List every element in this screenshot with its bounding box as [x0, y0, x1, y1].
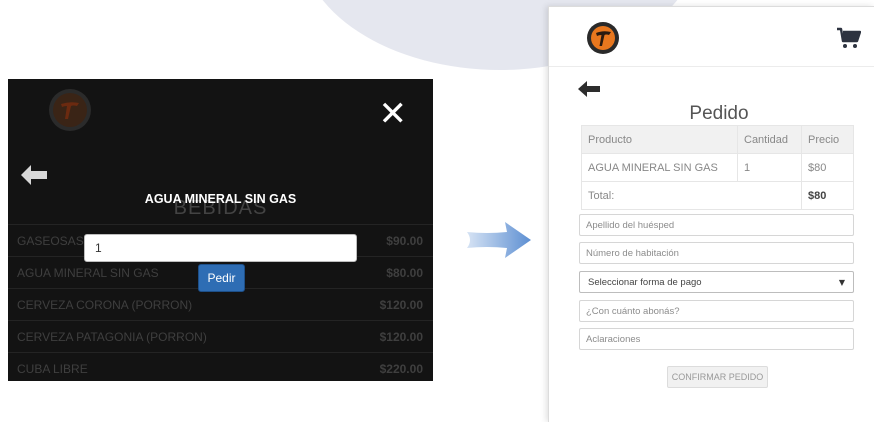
order-table: Producto Cantidad Precio AGUA MINERAL SI…	[581, 125, 854, 210]
logo-icon	[586, 21, 620, 55]
menu-item-name: CUBA LIBRE	[17, 361, 88, 376]
right-arrow-icon	[465, 218, 533, 262]
menu-item[interactable]: CERVEZA CORONA (PORRON) $120.00	[8, 288, 433, 320]
order-button[interactable]: Pedir	[198, 264, 245, 292]
notes-input[interactable]	[579, 328, 854, 350]
menu-item-name: CERVEZA CORONA (PORRON)	[17, 297, 193, 312]
menu-item-price: $90.00	[386, 233, 423, 248]
cell-price: $80	[801, 153, 854, 182]
payment-method-value: Seleccionar forma de pago	[588, 276, 702, 288]
chevron-down-icon: ▼	[838, 277, 845, 287]
page-title: Pedido	[689, 103, 749, 124]
table-row: AGUA MINERAL SIN GAS 1 $80	[581, 153, 854, 182]
cell-product: AGUA MINERAL SIN GAS	[581, 153, 738, 182]
menu-item[interactable]: CERVEZA PATAGONIA (PORRON) $120.00	[8, 320, 433, 352]
close-icon[interactable]: ✕	[379, 97, 408, 131]
back-arrow-icon	[21, 165, 47, 185]
back-arrow-icon[interactable]	[578, 81, 600, 97]
quantity-input[interactable]	[84, 234, 357, 262]
header-quantity: Cantidad	[737, 125, 802, 154]
right-phone-screen: Pedido Producto Cantidad Precio AGUA MIN…	[548, 6, 874, 422]
menu-item[interactable]: CUBA LIBRE $220.00	[8, 352, 433, 381]
total-row: Total: $80	[581, 181, 854, 210]
menu-item-price: $80.00	[386, 265, 423, 280]
menu-item-price: $220.00	[379, 361, 423, 376]
total-label: Total:	[581, 181, 802, 210]
pay-amount-input[interactable]	[579, 300, 854, 322]
menu-item-name: GASEOSAS	[17, 233, 84, 248]
header-price: Precio	[801, 125, 854, 154]
cart-icon[interactable]	[837, 27, 861, 49]
room-number-input[interactable]	[579, 242, 854, 264]
menu-item-name: AGUA MINERAL SIN GAS	[17, 265, 159, 280]
menu-item-price: $120.00	[379, 297, 423, 312]
menu-item-name: CERVEZA PATAGONIA (PORRON)	[17, 329, 207, 344]
logo-icon	[49, 89, 91, 131]
menu-item-price: $120.00	[379, 329, 423, 344]
confirm-order-button[interactable]: CONFIRMAR PEDIDO	[667, 366, 768, 388]
payment-method-select[interactable]: Seleccionar forma de pago ▼	[579, 271, 854, 293]
table-header-row: Producto Cantidad Precio	[581, 125, 854, 154]
left-phone-screen: ✕ BEBIDAS GASEOSAS $90.00 AGUA MINERAL S…	[8, 79, 433, 381]
total-value: $80	[801, 181, 854, 210]
header-product: Producto	[581, 125, 738, 154]
cell-quantity: 1	[737, 153, 802, 182]
app-header	[549, 7, 874, 67]
guest-last-name-input[interactable]	[579, 214, 854, 236]
modal-title: AGUA MINERAL SIN GAS	[144, 192, 297, 206]
